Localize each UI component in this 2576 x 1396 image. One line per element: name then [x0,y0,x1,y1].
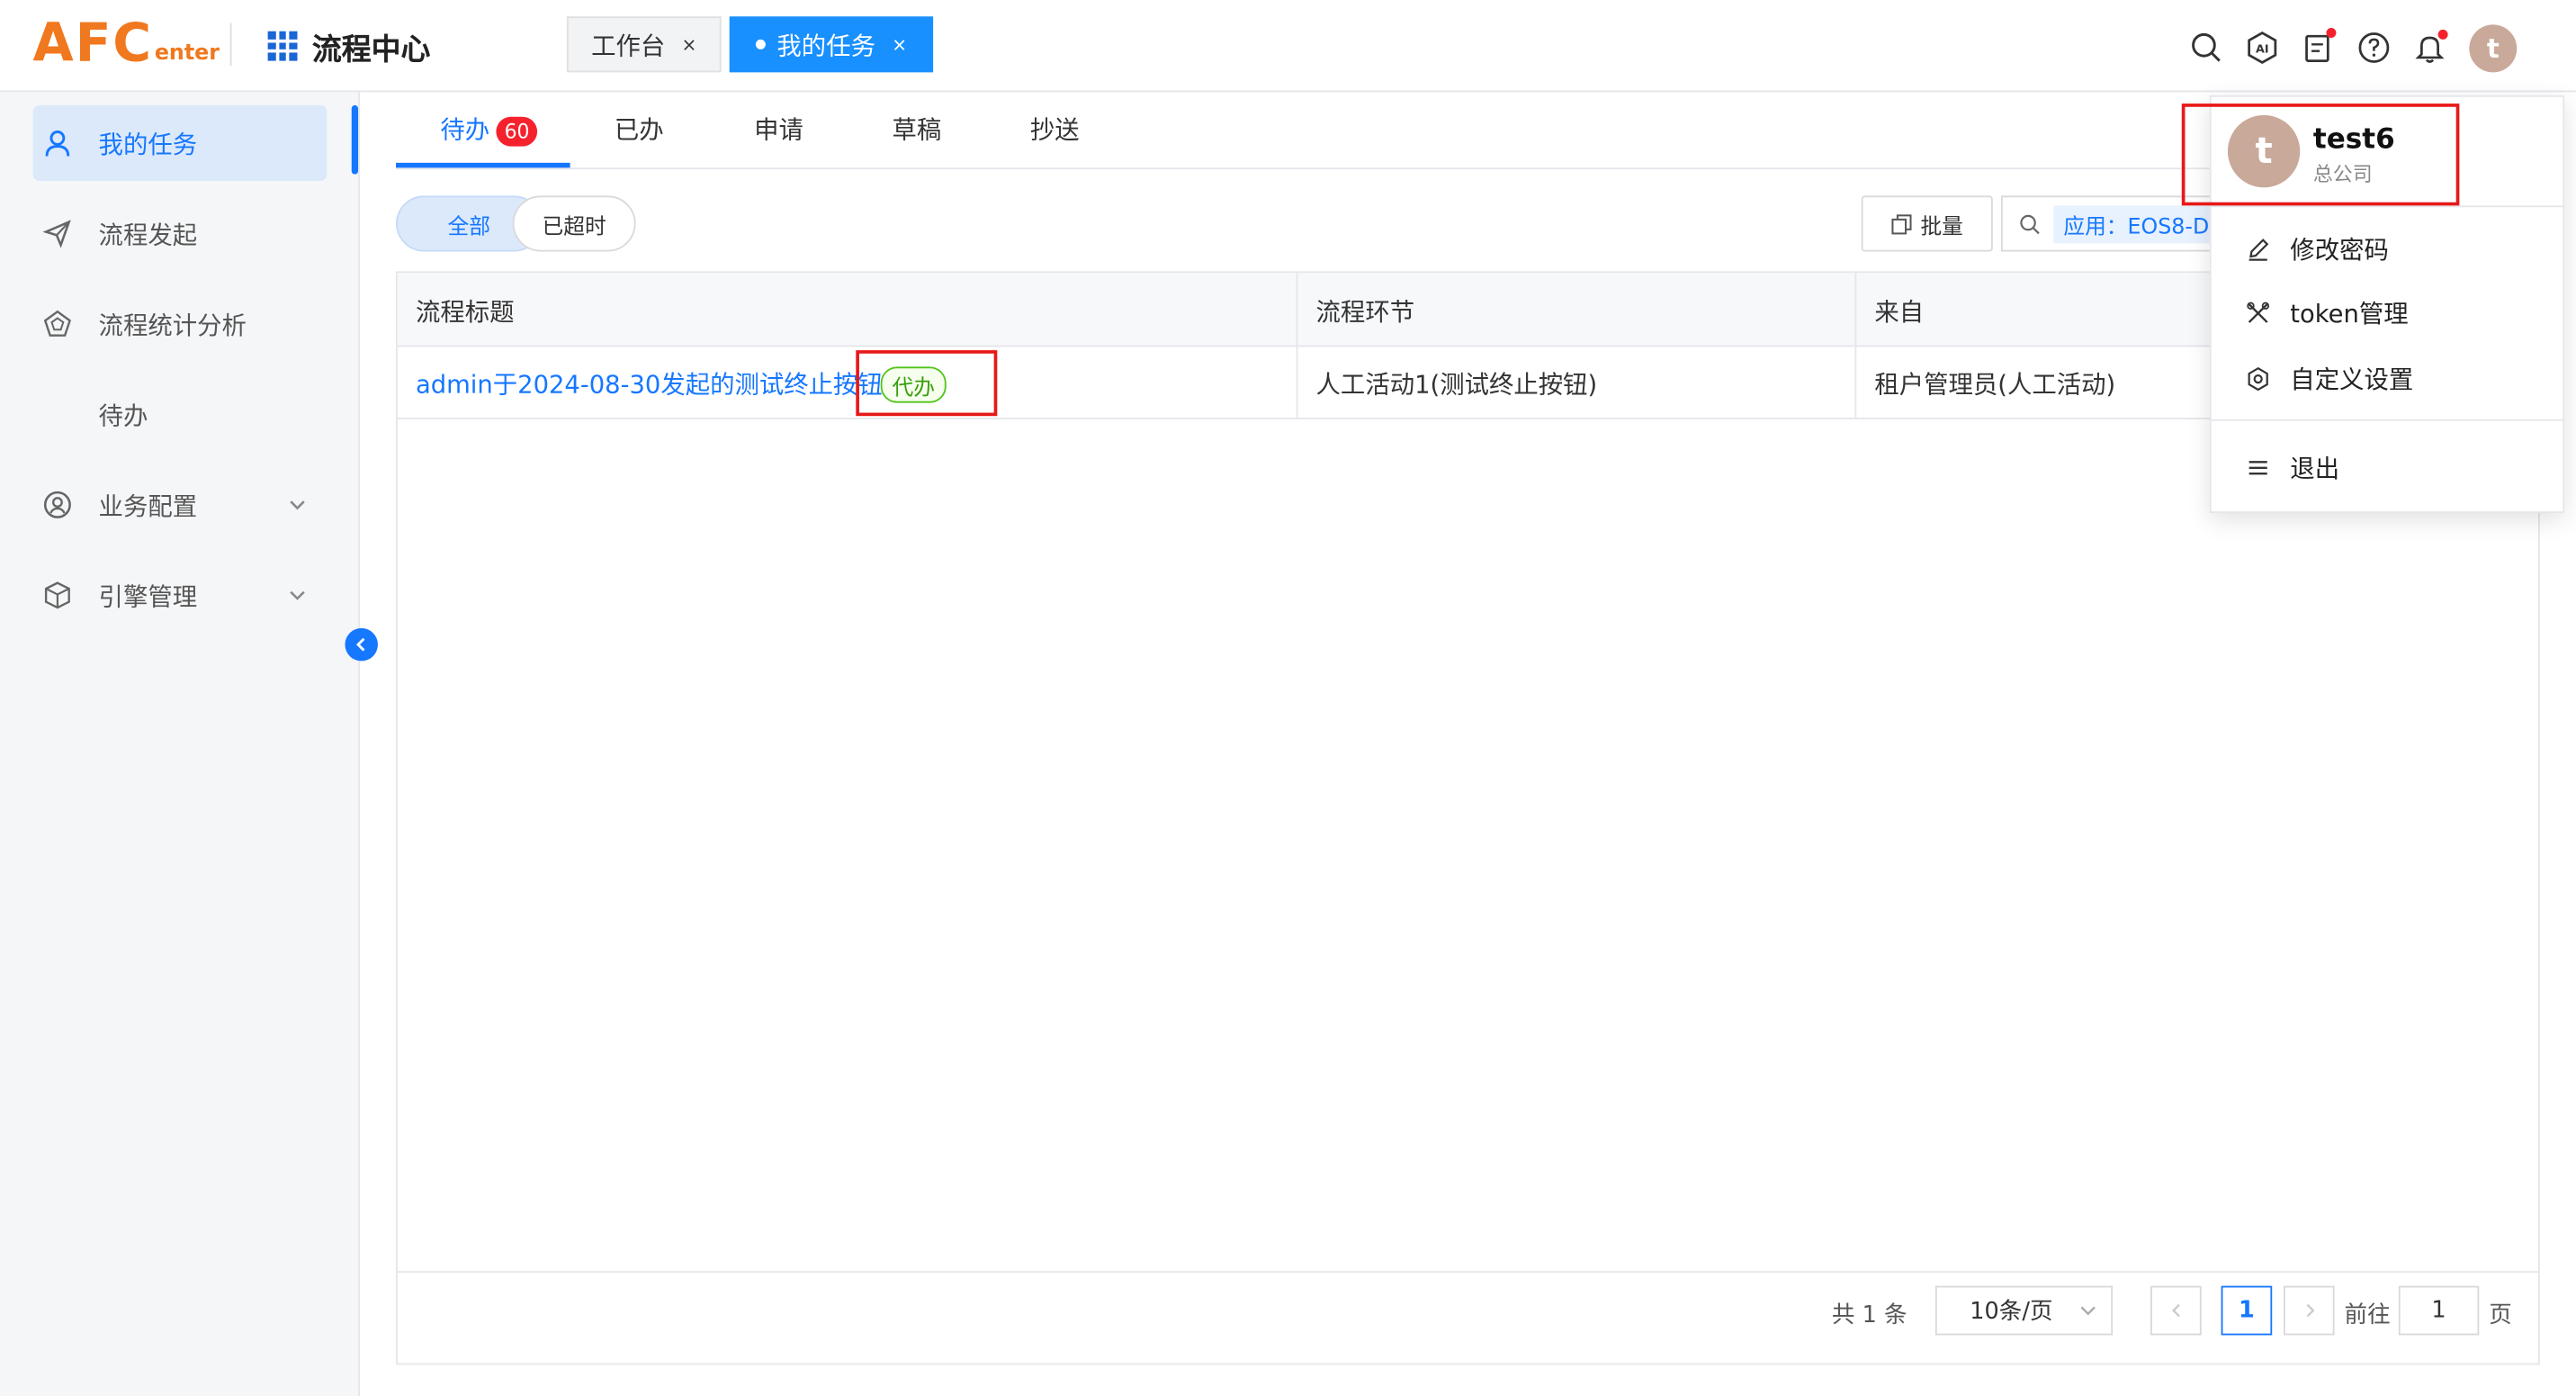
tab-apply[interactable]: 申请 [754,112,803,146]
page-unit-label: 页 [2489,1301,2512,1329]
logout-item[interactable]: 退出 [2244,451,2339,485]
active-tab-underline [396,162,570,168]
edit-icon [2244,236,2270,262]
logo-text: AFC [32,11,154,75]
user-icon [42,128,72,158]
sidebar-item-start-process[interactable]: 流程发起 [33,195,328,271]
ai-assistant-icon[interactable]: AI [2244,30,2280,66]
sidebar-item-label: 流程发起 [98,219,198,249]
custom-settings-item[interactable]: 自定义设置 [2244,362,2413,396]
chevron-left-icon [355,637,365,652]
active-dot-icon [755,39,766,50]
token-management-item[interactable]: token管理 [2244,296,2409,330]
search-icon[interactable] [2188,30,2224,66]
chevron-down-icon [288,491,308,521]
chevron-down-icon [2078,1301,2098,1327]
count-badge: 60 [496,116,538,147]
total-count: 共 1 条 [1831,1301,1907,1329]
prev-page-button[interactable] [2150,1285,2202,1336]
afc-logo[interactable]: AFC enter [33,14,220,73]
goto-page-input[interactable]: 1 [2398,1285,2480,1336]
tab-my-tasks[interactable]: 我的任务 × [729,16,934,73]
next-page-button[interactable] [2284,1285,2335,1336]
help-icon[interactable] [2356,30,2392,66]
menu-divider [2211,205,2563,208]
close-icon[interactable]: × [682,33,697,55]
tab-label: 工作台 [591,30,666,60]
menu-item-label: 自定义设置 [2290,365,2414,395]
cube-icon [42,581,72,610]
sidebar: 我的任务 流程发起 流程统计分析 待办 业务配置 引擎管理 [0,92,360,1396]
chevron-left-icon [2171,1303,2179,1318]
tab-todo[interactable]: 待办 60 [440,112,538,147]
sidebar-item-label: 待办 [98,400,148,430]
active-indicator [351,104,359,175]
page-size-value: 10条/页 [1970,1299,2053,1326]
batch-label: 批量 [1920,214,1963,239]
search-icon [2020,213,2040,234]
tab-workbench[interactable]: 工作台 × [566,16,722,73]
from-cell: 租户管理员(人工活动) [1874,370,2116,400]
page-number-button[interactable]: 1 [2221,1285,2273,1336]
app-title: 流程中心 [311,32,431,68]
menu-item-label: 修改密码 [2290,235,2389,266]
gear-icon [2244,365,2270,392]
user-avatar[interactable]: t [2469,24,2518,73]
radar-icon [42,309,72,338]
menu-divider [2211,419,2563,421]
send-icon [42,219,72,248]
app-filter-tag[interactable]: 应用：EOS8-DEMO [2053,204,2231,243]
header-divider [229,23,232,67]
tab-draft[interactable]: 草稿 [892,112,941,146]
highlight-box-user [2181,104,2460,206]
column-header: 来自 [1874,297,1925,328]
chevron-right-icon [2305,1303,2314,1318]
sidebar-item-statistics[interactable]: 流程统计分析 [33,286,328,362]
column-header: 流程标题 [415,297,515,328]
tab-label: 待办 [440,114,490,145]
settings-circle-icon [42,490,72,519]
pagination: 共 1 条 10条/页 1 前往 1 页 [397,1271,2539,1368]
menu-lines-icon [2244,455,2270,481]
top-header: AFC enter 流程中心 工作台 × 我的任务 × AI t [0,0,2576,93]
copy-icon [1891,213,1912,234]
column-header: 流程环节 [1315,297,1415,328]
tools-icon [2244,300,2270,326]
page-size-select[interactable]: 10条/页 [1934,1285,2114,1336]
app-grid-icon[interactable] [267,31,298,61]
svg-text:AI: AI [2256,42,2269,56]
change-password-item[interactable]: 修改密码 [2244,232,2389,266]
sidebar-item-todo[interactable]: 待办 [33,376,328,452]
goto-label: 前往 [2344,1301,2391,1329]
filter-overdue-button[interactable]: 已超时 [512,195,636,252]
chevron-down-icon [288,582,308,612]
batch-button[interactable]: 批量 [1861,195,1993,252]
bell-unread-dot [2437,29,2448,40]
tab-cc[interactable]: 抄送 [1030,112,1080,146]
notes-unread-dot [2326,28,2337,39]
process-title-link[interactable]: admin于2024-08-30发起的测试终止按钮 [416,366,883,401]
process-step-cell: 人工活动1(测试终止按钮) [1315,370,1598,400]
sidebar-item-business-config[interactable]: 业务配置 [33,467,328,543]
close-icon[interactable]: × [892,33,907,55]
sidebar-item-label: 流程统计分析 [98,310,247,340]
sidebar-item-engine-management[interactable]: 引擎管理 [33,557,328,633]
tab-done[interactable]: 已办 [615,112,664,146]
logo-subtext: enter [154,41,220,67]
sidebar-item-label: 引擎管理 [98,581,198,611]
menu-item-label: 退出 [2290,454,2340,484]
collapse-sidebar-button[interactable] [345,627,378,662]
tab-label: 我的任务 [776,30,876,60]
menu-item-label: token管理 [2290,299,2409,329]
highlight-box-tag [856,350,998,417]
sidebar-item-label: 我的任务 [98,129,198,159]
sidebar-item-my-tasks[interactable]: 我的任务 [32,104,328,181]
sidebar-item-label: 业务配置 [98,491,198,521]
